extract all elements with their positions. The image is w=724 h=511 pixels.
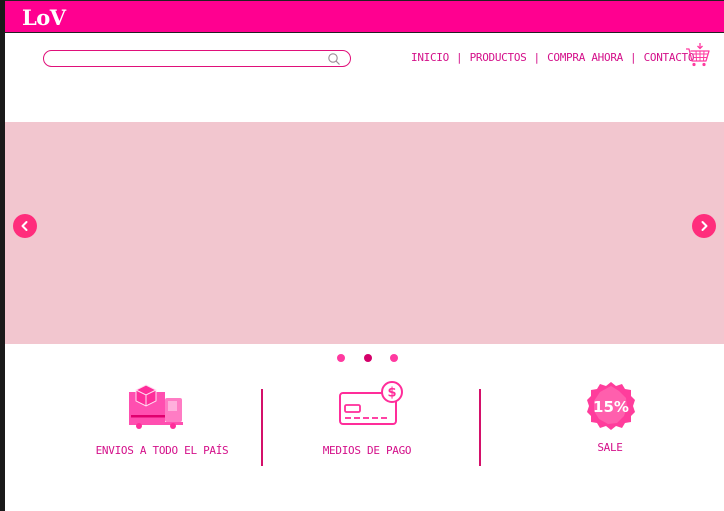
hero-carousel (5, 122, 724, 344)
main-nav: INICIO | PRODUCTOS | COMPRA AHORA | CONT… (411, 49, 694, 65)
sale-badge-icon: 15% (587, 382, 635, 430)
feature-label-sale: SALE (597, 441, 623, 454)
nav-item-inicio[interactable]: INICIO (411, 51, 449, 64)
feature-divider (479, 389, 481, 466)
search-bar[interactable] (43, 50, 351, 67)
chevron-right-icon (701, 221, 708, 231)
carousel-prev-button[interactable] (13, 214, 37, 238)
page: LoV INICIO | PRODUCTOS | COMPRA AHORA | … (5, 0, 724, 511)
feature-divider (261, 389, 263, 466)
feature-label-payment: MEDIOS DE PAGO (322, 444, 412, 457)
nav-separator: | (455, 50, 463, 64)
nav-separator: | (533, 50, 541, 64)
nav-item-compra-ahora[interactable]: COMPRA AHORA (547, 51, 623, 64)
feature-label-shipping: ENVIOS A TODO EL PAÍS (95, 444, 229, 457)
carousel-dot-2[interactable] (364, 354, 372, 362)
nav-separator: | (629, 50, 637, 64)
carousel-next-button[interactable] (692, 214, 716, 238)
top-bar: LoV (5, 0, 724, 33)
shopping-cart-icon[interactable] (685, 42, 711, 68)
credit-card-icon: $ (339, 381, 403, 425)
delivery-truck-icon (129, 384, 183, 429)
logo[interactable]: LoV (22, 5, 66, 30)
search-icon[interactable] (327, 52, 341, 66)
search-input[interactable] (52, 51, 322, 65)
carousel-dot-1[interactable] (337, 354, 345, 362)
carousel-indicators (5, 354, 724, 364)
chevron-left-icon (21, 221, 28, 231)
nav-item-productos[interactable]: PRODUCTOS (470, 51, 527, 64)
carousel-dot-3[interactable] (390, 354, 398, 362)
sale-badge-text: 15% (593, 398, 629, 416)
svg-text:$: $ (387, 386, 396, 401)
